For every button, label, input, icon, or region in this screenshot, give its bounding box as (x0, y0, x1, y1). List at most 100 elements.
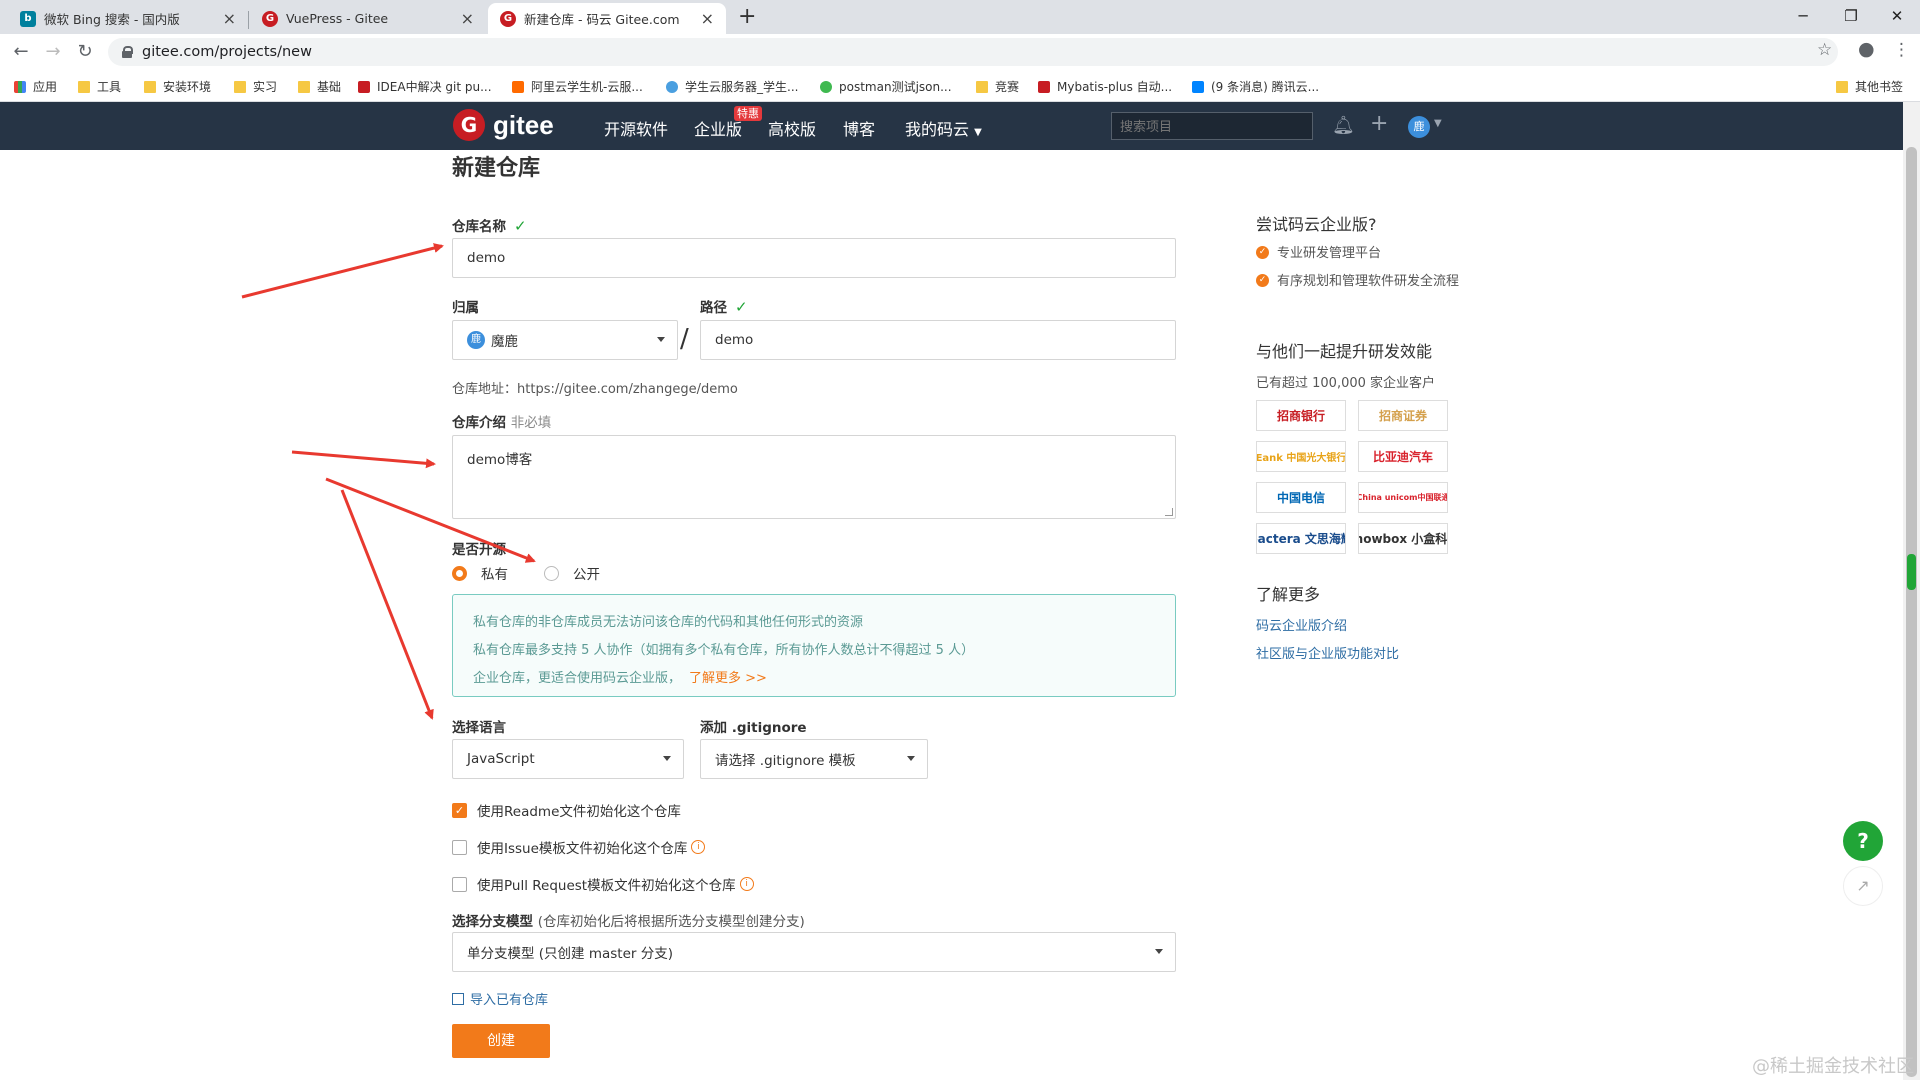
issue-template-checkbox[interactable]: 使用Issue模板文件初始化这个仓库 i (452, 837, 706, 857)
private-info-box: 私有仓库的非仓库成员无法访问该仓库的代码和其他任何形式的资源 私有仓库最多支持 … (452, 594, 1176, 697)
path-input[interactable]: demo (700, 320, 1176, 360)
learn-more-title: 了解更多 (1256, 585, 1321, 604)
close-icon[interactable]: × (461, 9, 474, 28)
path-divider: / (680, 324, 689, 354)
bing-icon: b (20, 10, 36, 27)
lock-icon (122, 46, 133, 58)
branch-model-select[interactable]: 单分支模型 (只创建 master 分支) (452, 932, 1176, 972)
profile-icon[interactable]: ● (1858, 38, 1875, 60)
language-select[interactable]: JavaScript (452, 739, 684, 779)
bookmark-item[interactable]: (9 条消息) 腾讯云... (1192, 78, 1319, 95)
bookmark-item[interactable]: 学生云服务器_学生... (666, 78, 798, 95)
new-tab-icon[interactable]: + (738, 4, 756, 29)
caret-down-icon (663, 756, 671, 761)
bookmark-item[interactable]: Mybatis-plus 自动... (1038, 78, 1172, 95)
avatar: 鹿 (467, 331, 485, 349)
star-icon[interactable]: ☆ (1817, 40, 1832, 60)
repo-name-label: 仓库名称 ✓ (452, 217, 527, 235)
annotation-arrows (241, 243, 536, 720)
bell-icon[interactable]: 🔔︎ (1332, 115, 1355, 136)
aliyun-icon (512, 80, 524, 93)
cmb-logo: 招商银行 (1256, 400, 1346, 431)
bookmark-item[interactable]: 安装环境 (144, 78, 211, 95)
gitignore-select[interactable]: 请选择 .gitignore 模板 (700, 739, 928, 779)
bookmark-item[interactable]: 工具 (78, 78, 121, 95)
back-icon[interactable]: ← (8, 39, 34, 65)
pr-template-checkbox[interactable]: 使用Pull Request模板文件初始化这个仓库 i (452, 874, 754, 894)
folder-icon (976, 80, 988, 93)
nav-my-gitee[interactable]: 我的码云 ▼ (905, 116, 982, 140)
plus-icon[interactable]: + (1370, 111, 1388, 136)
bookmark-other[interactable]: 其他书签 (1836, 78, 1903, 95)
bookmarks-bar: 应用 工具 安装环境 实习 基础 IDEA中解决 git pu... 阿里云学生… (0, 70, 1920, 102)
help-button[interactable]: ? (1843, 821, 1883, 861)
minimize-icon[interactable]: ─ (1780, 2, 1826, 30)
close-icon[interactable]: × (223, 9, 236, 28)
byd-logo: 比亚迪汽车 (1358, 441, 1448, 472)
nav-open-source[interactable]: 开源软件 (604, 116, 668, 140)
restore-icon[interactable]: ❐ (1828, 2, 1874, 30)
tab-separator (248, 11, 249, 29)
check-icon: ✓ (735, 298, 748, 316)
nav-education[interactable]: 高校版 (768, 116, 816, 140)
owner-select[interactable]: 鹿 魔鹿 (452, 320, 678, 360)
pactera-logo: pactera 文思海辉 (1256, 523, 1346, 554)
import-repo-link[interactable]: 导入已有仓库 (452, 989, 548, 1008)
bookmark-item[interactable]: 实习 (234, 78, 277, 95)
bookmark-item[interactable]: 竞赛 (976, 78, 1019, 95)
repo-name-input[interactable]: demo (452, 238, 1176, 278)
language-label: 选择语言 (452, 720, 506, 736)
branch-model-label: 选择分支模型 (仓库初始化后将根据所选分支模型创建分支) (452, 914, 805, 930)
radio-unchecked-icon (544, 565, 559, 581)
nav-blog[interactable]: 博客 (843, 116, 875, 140)
checkbox-checked-icon: ✓ (452, 802, 467, 818)
forward-icon[interactable]: → (40, 39, 66, 65)
browser-tab-vuepress[interactable]: G VuePress - Gitee × (250, 3, 486, 34)
reload-icon[interactable]: ↻ (72, 39, 98, 65)
tab-title: 新建仓库 - 码云 Gitee.com (524, 12, 680, 27)
menu-kebab-icon[interactable]: ⋮ (1893, 40, 1910, 60)
bookmark-item[interactable]: 基础 (298, 78, 341, 95)
radio-private[interactable]: 私有 (452, 563, 508, 583)
bookmark-apps[interactable]: 应用 (14, 78, 57, 95)
project-search-input[interactable] (1111, 112, 1313, 140)
intro-textarea[interactable]: demo博客 (452, 435, 1176, 519)
avatar[interactable]: 鹿 (1408, 116, 1430, 138)
resize-handle-icon[interactable] (1165, 508, 1173, 516)
arrow-to-repo-name (241, 243, 444, 299)
enterprise-intro-link[interactable]: 码云企业版介绍 (1256, 615, 1347, 634)
address-bar[interactable]: gitee.com/projects/new (108, 38, 1838, 66)
page-title: 新建仓库 (452, 156, 541, 181)
scrollbar-thumb[interactable] (1906, 147, 1917, 1077)
china-telecom-logo: 中国电信 (1256, 482, 1346, 513)
browser-tab-new-repo[interactable]: G 新建仓库 - 码云 Gitee.com × (488, 3, 726, 34)
folder-icon (144, 80, 156, 93)
learn-more-link[interactable]: 了解更多 >> (689, 671, 767, 686)
gitignore-label: 添加 .gitignore (700, 720, 807, 736)
edition-compare-link[interactable]: 社区版与企业版功能对比 (1256, 643, 1399, 662)
checkbox-unchecked-icon (452, 839, 467, 855)
bookmark-item[interactable]: postman测试json... (820, 78, 952, 95)
radio-public[interactable]: 公开 (544, 563, 600, 583)
try-enterprise-title: 尝试码云企业版? (1256, 215, 1377, 234)
feature-item: ✓ 专业研发管理平台 (1256, 244, 1456, 264)
bookmark-item[interactable]: IDEA中解决 git pu... (358, 78, 492, 95)
csdn-icon (1038, 80, 1050, 93)
folder-icon (1836, 80, 1848, 93)
close-icon[interactable]: × (701, 9, 714, 28)
info-icon[interactable]: i (691, 840, 706, 854)
readme-checkbox[interactable]: ✓ 使用Readme文件初始化这个仓库 (452, 800, 681, 820)
create-button[interactable]: 创建 (452, 1024, 550, 1058)
info-icon[interactable]: i (739, 877, 754, 891)
china-unicom-logo: China unicom中国联通 (1358, 482, 1448, 513)
browser-tab-bing[interactable]: b 微软 Bing 搜索 - 国内版 × (8, 3, 248, 34)
gitee-logo[interactable]: G gitee (453, 109, 554, 141)
browser-tab-strip: b 微软 Bing 搜索 - 国内版 × G VuePress - Gitee … (0, 0, 1920, 34)
share-icon[interactable]: ↗ (1843, 866, 1883, 906)
page-scrollbar[interactable] (1903, 102, 1920, 1080)
knowbox-logo: knowbox 小盒科技 (1358, 523, 1448, 554)
check-icon: ✓ (514, 217, 527, 235)
chevron-down-icon[interactable]: ▼ (1434, 118, 1442, 129)
bookmark-item[interactable]: 阿里云学生机-云服... (512, 78, 643, 95)
window-close-icon[interactable]: ✕ (1874, 2, 1920, 30)
